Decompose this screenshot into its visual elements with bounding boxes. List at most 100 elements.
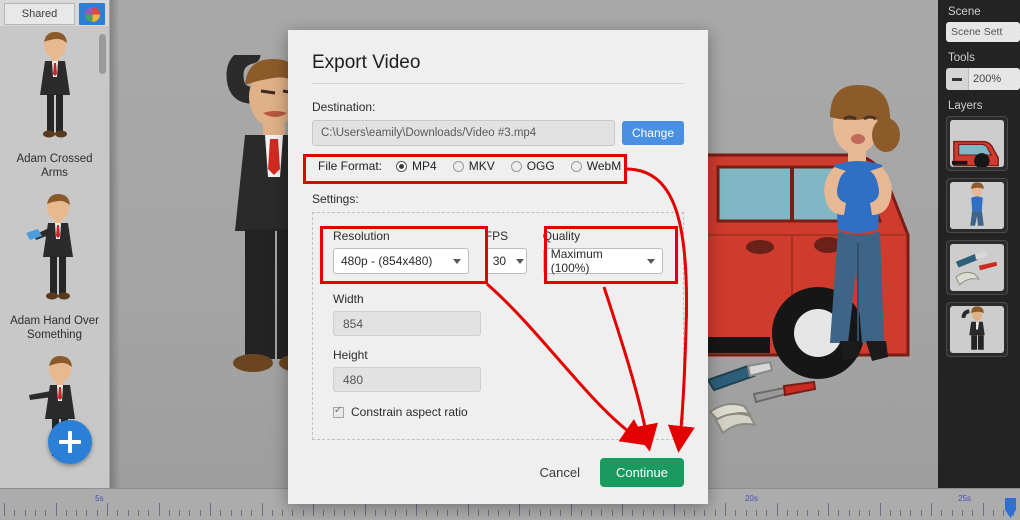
ruler-label: 25s: [958, 494, 972, 503]
constrain-aspect-ratio-row[interactable]: Constrain aspect ratio: [333, 405, 663, 419]
ruler-tick: [508, 510, 510, 516]
zoom-control[interactable]: 200%: [946, 68, 1020, 90]
ruler-tick: [302, 510, 304, 516]
right-sidebar: Scene Scene Sett Tools 200% Layers: [938, 0, 1020, 488]
ruler-tick: [199, 510, 201, 516]
cancel-button[interactable]: Cancel: [533, 464, 585, 481]
ruler-tick: [158, 503, 160, 516]
destination-label: Destination:: [312, 100, 376, 114]
ruler-tick: [168, 510, 170, 516]
ruler-tick: [622, 503, 623, 516]
woman-character[interactable]: [800, 83, 920, 403]
ruler-tick: [34, 510, 36, 516]
ruler-tick: [931, 503, 932, 516]
color-wheel-icon[interactable]: [79, 3, 105, 25]
ruler-tick: [65, 510, 67, 516]
fps-select[interactable]: 30: [484, 248, 527, 274]
resolution-label: Resolution: [333, 229, 390, 243]
ruler-tick: [838, 510, 840, 516]
radio-mkv[interactable]: MKV: [452, 159, 495, 173]
ruler-tick: [488, 510, 490, 516]
resolution-select[interactable]: 480p - (854x480): [333, 248, 469, 274]
ruler-tick: [374, 510, 376, 516]
ruler-tick: [591, 510, 593, 516]
layer-item-man[interactable]: [946, 302, 1008, 357]
radio-mkv-dot[interactable]: [452, 160, 464, 172]
ruler-label: 20s: [744, 494, 758, 503]
character-list[interactable]: Adam Crossed Arms Adam Hand Over Somethi…: [0, 26, 109, 488]
radio-ogg[interactable]: OGG: [510, 159, 555, 173]
radio-webm-dot[interactable]: [570, 160, 582, 172]
quality-group: Quality Maximum (100%): [535, 223, 671, 280]
layer-item-tools[interactable]: [946, 240, 1008, 295]
ruler-tick: [725, 503, 726, 516]
layer-item-car[interactable]: [946, 116, 1008, 171]
ruler-tick: [642, 510, 644, 516]
ruler-tick: [570, 503, 572, 516]
scene-heading: Scene: [948, 6, 981, 18]
ruler-tick: [776, 503, 778, 516]
ruler-tick: [735, 510, 737, 516]
radio-mp4[interactable]: MP4: [396, 159, 437, 173]
ruler-tick: [210, 503, 211, 516]
ruler-tick: [416, 503, 417, 516]
radio-webm[interactable]: WebM: [570, 159, 621, 173]
plus-icon[interactable]: [48, 420, 92, 464]
ruler-tick: [127, 510, 129, 516]
height-input[interactable]: 480: [333, 367, 481, 392]
man-thumbnail: [950, 306, 1004, 353]
ruler-tick: [498, 510, 500, 516]
ruler-tick: [910, 510, 912, 516]
destination-row: C:\Users\eamily\Downloads/Video #3.mp4 C…: [312, 120, 684, 146]
settings-panel: Resolution 480p - (854x480) FPS 30 Quali…: [312, 212, 684, 440]
constrain-checkbox[interactable]: [333, 405, 344, 418]
radio-mp4-label: MP4: [412, 159, 437, 173]
page-title: Export Video: [312, 52, 421, 73]
quality-select[interactable]: Maximum (100%): [542, 247, 663, 275]
change-button[interactable]: Change: [621, 121, 684, 145]
radio-mp4-dot[interactable]: [396, 160, 408, 172]
list-item[interactable]: Adam Hand Over Something: [0, 188, 109, 350]
ruler-tick: [807, 510, 809, 516]
tab-shared[interactable]: Shared: [4, 3, 75, 25]
ruler-tick: [992, 510, 994, 516]
left-sidebar: Shared Adam Crossed Arms Adam Hand Over …: [0, 0, 110, 488]
left-sidebar-tabs: Shared: [0, 0, 109, 26]
ruler-tick: [4, 503, 5, 516]
destination-input[interactable]: C:\Users\eamily\Downloads/Video #3.mp4: [312, 120, 615, 146]
layer-item-woman[interactable]: [946, 178, 1008, 233]
scrollbar[interactable]: [99, 34, 106, 474]
ruler-tick: [333, 510, 335, 516]
app-root: Shared Adam Crossed Arms Adam Hand Over …: [0, 0, 1020, 520]
radio-ogg-dot[interactable]: [510, 160, 522, 172]
ruler-tick: [982, 503, 984, 516]
ruler-tick: [477, 510, 479, 516]
ruler-tick: [755, 510, 757, 516]
resolution-value: 480p - (854x480): [341, 254, 433, 268]
ruler-tick: [869, 510, 871, 516]
fps-group: FPS 30: [477, 223, 535, 280]
width-input[interactable]: 854: [333, 311, 481, 336]
ruler-tick: [560, 510, 562, 516]
scene-settings-button[interactable]: Scene Sett: [946, 22, 1020, 42]
list-item[interactable]: Adam Crossed Arms: [0, 26, 109, 188]
ruler-tick: [343, 510, 345, 516]
list-item[interactable]: [0, 350, 109, 484]
fps-value: 30: [492, 254, 507, 268]
ruler-tick: [55, 503, 57, 516]
ruler-tick: [189, 510, 191, 516]
ruler-tick: [179, 510, 181, 516]
resolution-group: Resolution 480p - (854x480): [325, 223, 477, 280]
ruler-tick: [1003, 510, 1005, 516]
continue-button[interactable]: Continue: [599, 458, 684, 487]
quality-value: Maximum (100%): [550, 247, 603, 275]
export-video-dialog: Export Video Destination: C:\Users\eamil…: [288, 30, 708, 504]
height-label: Height: [333, 348, 368, 362]
minus-icon[interactable]: [946, 68, 968, 90]
ruler-tick: [745, 510, 747, 516]
ruler-tick: [282, 510, 284, 516]
scrollbar-thumb[interactable]: [99, 34, 106, 74]
ruler-tick: [14, 510, 16, 516]
ruler-tick: [271, 510, 273, 516]
zoom-value[interactable]: 200%: [968, 68, 1020, 90]
